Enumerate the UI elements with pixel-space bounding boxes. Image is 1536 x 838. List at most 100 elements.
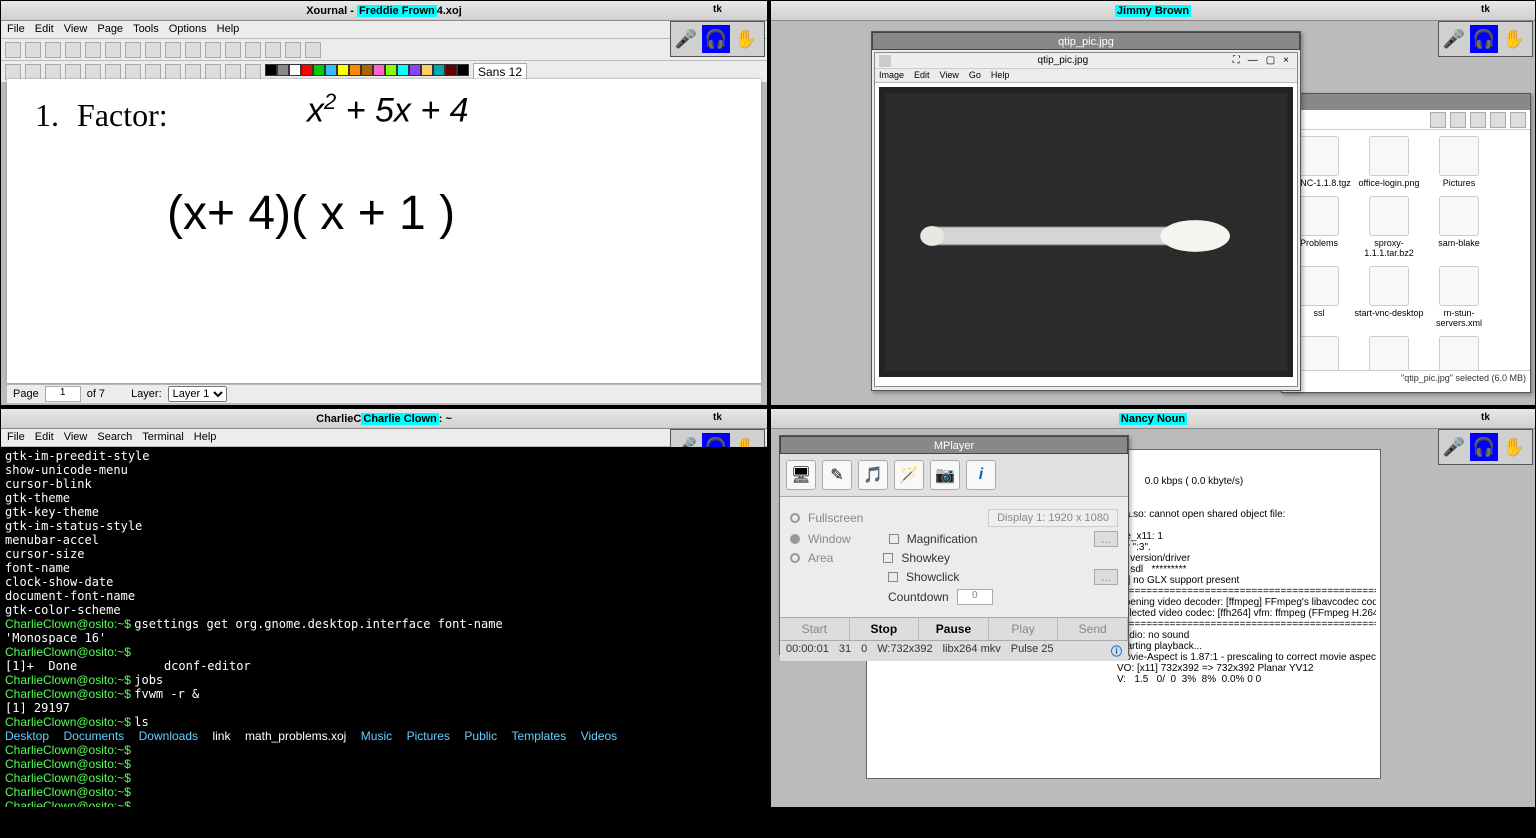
color-swatch[interactable] — [313, 64, 325, 76]
close-icon[interactable]: × — [1283, 55, 1289, 66]
hand-icon[interactable]: ✋ — [732, 25, 760, 53]
menu-help[interactable]: Help — [991, 70, 1010, 80]
color-swatch[interactable] — [289, 64, 301, 76]
file-item[interactable]: start-vnc-desktop — [1354, 266, 1424, 328]
browse-button-2[interactable]: ... — [1094, 569, 1118, 585]
save-icon[interactable] — [5, 42, 21, 58]
copy-icon[interactable] — [85, 42, 101, 58]
info-icon[interactable]: i — [966, 460, 996, 490]
mplayer-window[interactable]: MPlayer 🖥 ✎ 🎵 🪄 📷 i Fullscreen Display 1… — [779, 435, 1129, 655]
fullscreen-icon[interactable] — [305, 42, 321, 58]
pause-button[interactable]: Pause — [919, 618, 989, 640]
medium-icon[interactable] — [225, 64, 241, 80]
camera-icon[interactable]: 📷 — [930, 460, 960, 490]
menu-icon[interactable] — [1510, 112, 1526, 128]
radio-fullscreen[interactable] — [790, 513, 800, 523]
select-rect-icon[interactable] — [125, 64, 141, 80]
menu-view[interactable]: View — [64, 23, 88, 35]
thin-icon[interactable] — [205, 64, 221, 80]
file-item[interactable]: rn-stun-servers.xml — [1424, 266, 1494, 328]
text-icon[interactable] — [65, 64, 81, 80]
select-region-icon[interactable] — [145, 64, 161, 80]
color-swatch[interactable] — [409, 64, 421, 76]
terminal-body[interactable]: gtk-im-preedit-style show-unicode-menu c… — [1, 447, 767, 807]
microphone-icon[interactable]: 🎤 — [1440, 433, 1468, 461]
chk-showclick[interactable] — [888, 572, 898, 582]
terminal-titlebar[interactable]: CharlieCCharlie Clown: ~ — [1, 409, 767, 429]
music-icon[interactable]: 🎵 — [858, 460, 888, 490]
pane-titlebar[interactable]: Jimmy Brown — [771, 1, 1535, 21]
search-icon[interactable] — [1430, 112, 1446, 128]
radio-window[interactable] — [790, 534, 800, 544]
paste-icon[interactable] — [105, 42, 121, 58]
color-swatch[interactable] — [265, 64, 277, 76]
microphone-icon[interactable]: 🎤 — [672, 25, 700, 53]
menu-view[interactable]: View — [64, 431, 88, 443]
filebrowser-titlebar[interactable] — [1282, 94, 1530, 110]
xournal-titlebar[interactable]: Xournal - Freddie Frown4.xoj — [1, 1, 767, 21]
headphones-icon[interactable]: 🎧 — [1470, 433, 1498, 461]
menu-view[interactable]: View — [940, 70, 959, 80]
file-item[interactable]: office-login.png — [1354, 136, 1424, 188]
pencil-icon[interactable] — [5, 64, 21, 80]
highlighter-icon[interactable] — [45, 64, 61, 80]
cut-icon[interactable] — [65, 42, 81, 58]
file-item[interactable]: Pictures — [1424, 136, 1494, 188]
menu-image[interactable]: Image — [879, 70, 904, 80]
thick-icon[interactable] — [245, 64, 261, 80]
page-number[interactable]: 1 — [45, 386, 81, 402]
color-swatch[interactable] — [457, 64, 469, 76]
file-grid[interactable]: jeVNC-1.1.8.tgzoffice-login.pngPicturesP… — [1282, 130, 1530, 370]
color-swatch[interactable] — [277, 64, 289, 76]
zoom-in-icon[interactable] — [285, 42, 301, 58]
menu-edit[interactable]: Edit — [35, 431, 54, 443]
first-page-icon[interactable] — [165, 42, 181, 58]
monitor-icon[interactable]: 🖥 — [786, 460, 816, 490]
menu-search[interactable]: Search — [97, 431, 132, 443]
color-swatch[interactable] — [325, 64, 337, 76]
menu-file[interactable]: File — [7, 431, 25, 443]
color-swatch[interactable] — [373, 64, 385, 76]
headphones-icon[interactable]: 🎧 — [702, 25, 730, 53]
list-view-icon[interactable] — [1470, 112, 1486, 128]
layer-select[interactable]: Layer 1 — [168, 386, 227, 402]
menu-file[interactable]: File — [7, 23, 25, 35]
menu-terminal[interactable]: Terminal — [142, 431, 184, 443]
play-button[interactable]: Play — [989, 618, 1059, 640]
chk-magnification[interactable] — [889, 534, 899, 544]
menu-go[interactable]: Go — [969, 70, 981, 80]
font-selector[interactable]: Sans 12 — [473, 63, 527, 81]
last-page-icon[interactable] — [225, 42, 241, 58]
hand-icon[interactable]: ✋ — [1500, 25, 1528, 53]
zoom-out-icon[interactable] — [245, 42, 261, 58]
countdown-value[interactable]: 0 — [957, 589, 993, 605]
color-swatch[interactable] — [349, 64, 361, 76]
status-info-icon[interactable]: ⓘ — [1111, 643, 1122, 659]
headphones-icon[interactable]: 🎧 — [1470, 25, 1498, 53]
file-item[interactable]: vnc1.remina — [1424, 336, 1494, 370]
restore-icon[interactable]: ▢ — [1266, 55, 1275, 66]
mplayer-title[interactable]: MPlayer — [780, 436, 1128, 454]
stop-button[interactable]: Stop — [850, 618, 920, 640]
zoom-fit-icon[interactable] — [265, 42, 281, 58]
radio-area[interactable] — [790, 553, 800, 563]
pane-titlebar[interactable]: Nancy Noun — [771, 409, 1535, 429]
color-swatch[interactable] — [397, 64, 409, 76]
color-swatch[interactable] — [445, 64, 457, 76]
color-swatch[interactable] — [421, 64, 433, 76]
shapes-icon[interactable] — [105, 64, 121, 80]
menu-page[interactable]: Page — [97, 23, 123, 35]
menu-help[interactable]: Help — [217, 23, 240, 35]
minimize-icon[interactable]: — — [1248, 55, 1258, 66]
file-item[interactable]: sproxy-1.1.1.tar.bz2 — [1354, 196, 1424, 258]
undo-icon[interactable] — [125, 42, 141, 58]
next-page-icon[interactable] — [205, 42, 221, 58]
color-swatch[interactable] — [361, 64, 373, 76]
vspace-icon[interactable] — [165, 64, 181, 80]
image-viewer[interactable]: qtip_pic.jpg qtip_pic.jpg ⛶ — ▢ × ImageE… — [871, 31, 1301, 391]
chk-showkey[interactable] — [883, 553, 893, 563]
menu-edit[interactable]: Edit — [914, 70, 930, 80]
file-item[interactable]: sam-blake — [1424, 196, 1494, 258]
color-swatch[interactable] — [385, 64, 397, 76]
menu-edit[interactable]: Edit — [35, 23, 54, 35]
